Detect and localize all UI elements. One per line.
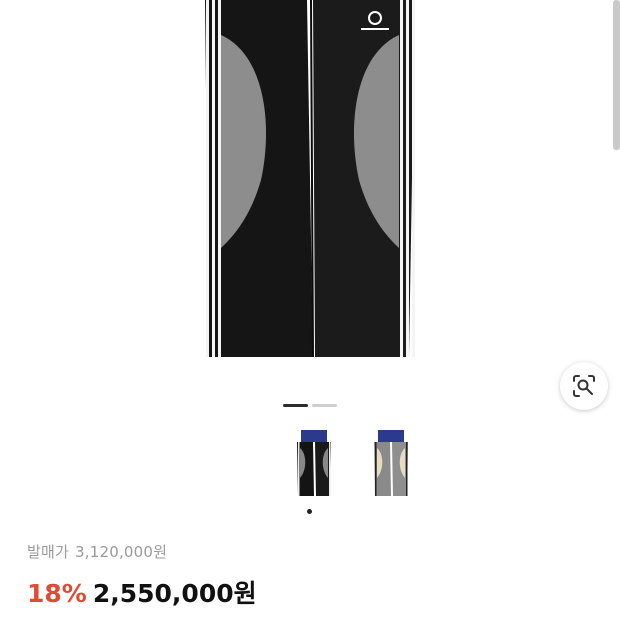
image-search-button[interactable] [560,362,608,410]
pager-dot[interactable] [312,404,337,407]
sale-price: 18% 2,550,000원 [27,574,257,610]
release-price-label: 발매가 [27,543,70,561]
thumbnail-image [297,430,331,496]
discount-rate: 18% [27,579,87,608]
pants-illustration [205,0,415,358]
release-price: 발매가 3,120,000원 [27,541,173,562]
sale-price-value: 2,550,000원 [92,579,257,608]
selected-thumbnail-indicator [307,509,312,514]
thumbnail-grey-navy[interactable] [372,430,410,498]
thumbnail-black-navy[interactable] [295,430,333,498]
thumbnail-image [374,430,408,496]
gallery-pager [0,404,620,410]
release-price-value: 3,120,000원 [75,543,168,561]
pager-dot-active[interactable] [283,404,308,407]
color-thumbnails [0,430,620,500]
product-image[interactable] [0,0,620,400]
lens-icon [573,375,595,397]
